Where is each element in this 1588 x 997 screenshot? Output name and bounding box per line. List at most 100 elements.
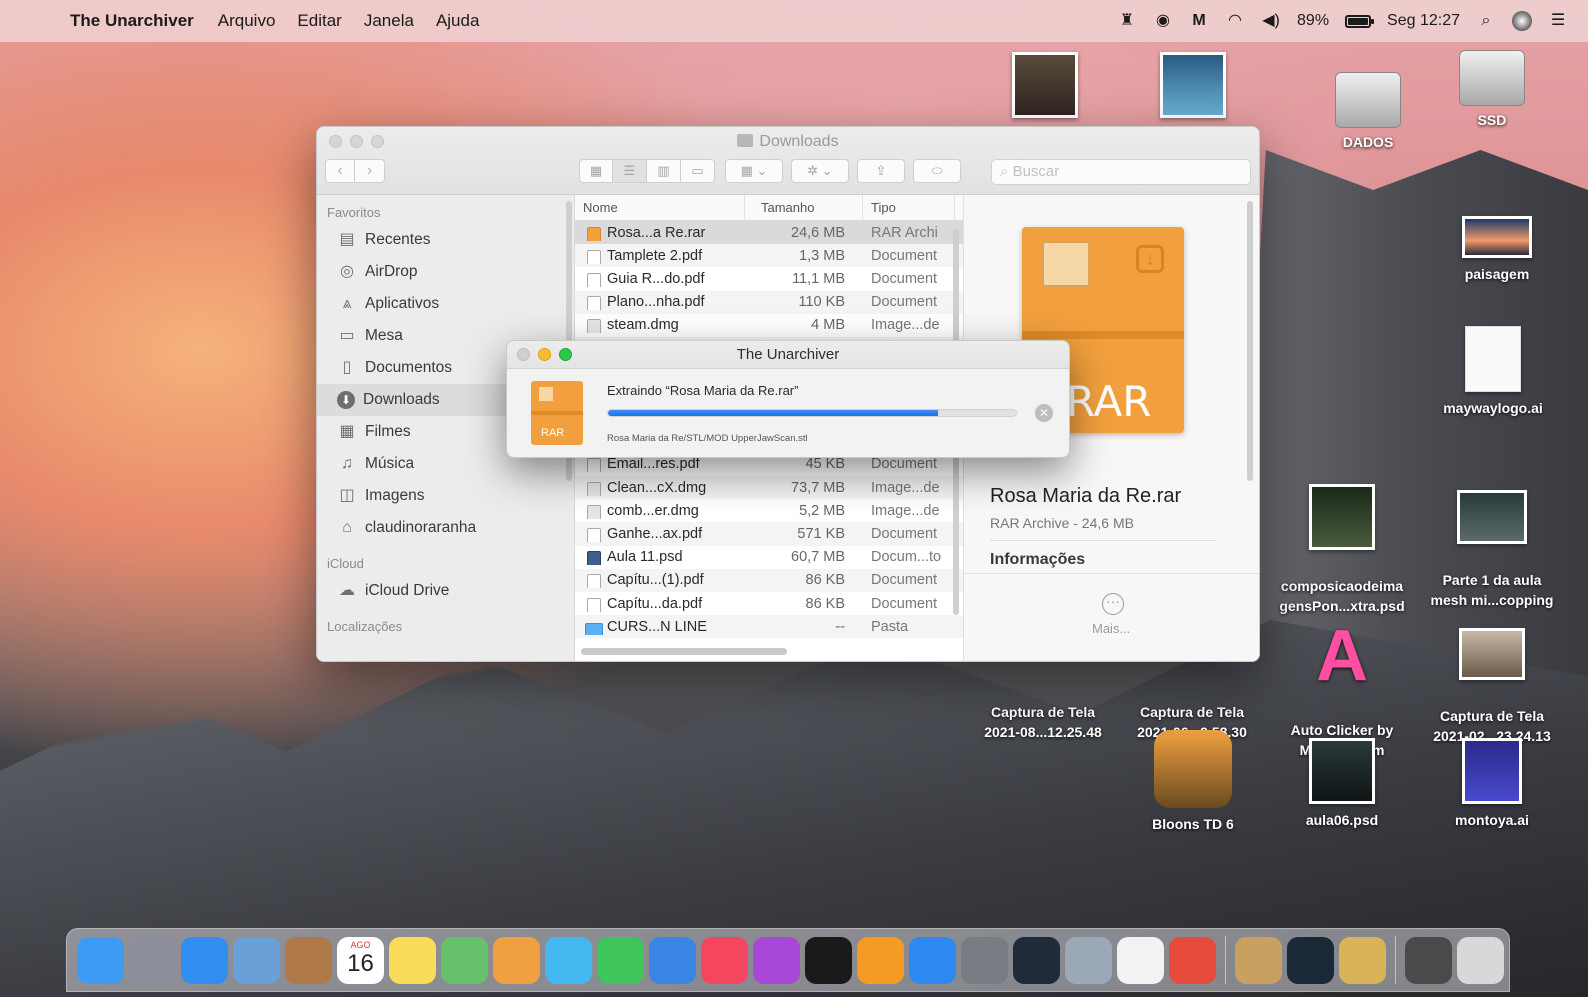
share-button[interactable]: ⇪	[857, 159, 905, 183]
column-header-name[interactable]: Nome	[575, 195, 745, 220]
messages-icon[interactable]	[545, 936, 592, 984]
status-app-icon[interactable]: ♜	[1117, 11, 1137, 31]
column-header-kind[interactable]: Tipo	[863, 195, 955, 220]
maps-icon[interactable]	[441, 936, 488, 984]
notes-icon[interactable]	[389, 936, 436, 984]
music-icon[interactable]	[701, 936, 748, 984]
list-view-button[interactable]: ☰	[613, 159, 647, 183]
desktop-item-poster[interactable]	[1158, 52, 1228, 124]
desktop-item-montoya[interactable]: montoya.ai	[1440, 738, 1544, 830]
file-row[interactable]: Guia R...do.pdf 11,1 MB Document	[575, 267, 963, 290]
calendar-icon[interactable]: AGO 16	[337, 936, 384, 984]
list-horizontal-scrollbar[interactable]	[581, 648, 787, 655]
desktop-item-paisagem[interactable]: paisagem	[1442, 216, 1552, 284]
desktop-disk-ssd[interactable]: SSD	[1442, 50, 1542, 130]
bloons-app-icon	[1154, 730, 1232, 808]
facetime-icon[interactable]	[597, 936, 644, 984]
archive-utility-icon[interactable]	[1235, 936, 1282, 984]
contacts-icon[interactable]	[285, 936, 332, 984]
file-row[interactable]: Plano...nha.pdf 110 KB Document	[575, 290, 963, 314]
gallery-view-button[interactable]: ▭	[681, 159, 715, 183]
menu-ajuda[interactable]: Ajuda	[436, 11, 479, 31]
appstore-icon[interactable]	[909, 936, 956, 984]
wifi-icon[interactable]: ◠	[1225, 11, 1245, 31]
more-icon[interactable]: ···	[1102, 593, 1124, 615]
menu-arquivo[interactable]: Arquivo	[218, 11, 276, 31]
more-button[interactable]: Mais...	[1092, 621, 1130, 636]
safari-icon[interactable]	[181, 936, 228, 984]
volume-icon[interactable]: ◀)	[1261, 11, 1281, 31]
notification-center-icon[interactable]: ☰	[1548, 11, 1568, 31]
column-header-size[interactable]: Tamanho	[745, 195, 863, 220]
finder-titlebar[interactable]: Downloads ‹ › ▦ ☰ ▥ ▭ ▦ ⌄ ✲ ⌄ ⇪ ⬭ ⌕ Busc…	[317, 127, 1259, 195]
battery-percent[interactable]: 89%	[1297, 12, 1329, 30]
desktop-item-bloons[interactable]: Bloons TD 6	[1140, 730, 1246, 834]
menu-editar[interactable]: Editar	[297, 11, 341, 31]
quicktime-icon[interactable]	[1013, 936, 1060, 984]
installer-icon[interactable]	[1339, 936, 1386, 984]
close-button[interactable]	[517, 348, 530, 361]
spotlight-search-icon[interactable]: ⌕	[1476, 11, 1496, 31]
books-icon[interactable]	[857, 936, 904, 984]
zoom-button[interactable]	[559, 348, 572, 361]
tv-icon[interactable]	[805, 936, 852, 984]
trash-icon[interactable]	[1457, 936, 1504, 984]
file-row[interactable]: Tamplete 2.pdf 1,3 MB Document	[575, 244, 963, 268]
sidebar-item-aplicativos[interactable]: ⩓ Aplicativos	[317, 288, 574, 320]
search-input[interactable]: ⌕ Buscar	[991, 159, 1251, 185]
keynote-icon[interactable]	[649, 936, 696, 984]
file-row[interactable]: Ganhe...ax.pdf 571 KB Document	[575, 522, 963, 546]
steam-icon[interactable]	[1287, 936, 1334, 984]
file-row[interactable]: Rosa...a Re.rar 24,6 MB RAR Archi	[575, 221, 963, 245]
image-capture-icon[interactable]	[1065, 936, 1112, 984]
chrome-icon[interactable]	[1169, 936, 1216, 984]
sidebar-item-recentes[interactable]: ▤ Recentes	[317, 224, 574, 256]
photos-icon[interactable]	[493, 936, 540, 984]
action-gear-button[interactable]: ✲ ⌄	[791, 159, 849, 183]
desktop-item-maywaylogo[interactable]: maywaylogo.ai	[1428, 326, 1558, 418]
podcasts-icon[interactable]	[753, 936, 800, 984]
desktop-disk-dados[interactable]: DADOS	[1318, 72, 1418, 152]
desktop-item-captura-1[interactable]: Captura de Tela 2021-08...12.25.48	[970, 682, 1116, 762]
siri-icon[interactable]	[1512, 11, 1532, 31]
sidebar-item-imagens[interactable]: ◫ Imagens	[317, 480, 574, 512]
sidebar-item-icloud-drive[interactable]: ☁ iCloud Drive	[317, 575, 574, 607]
file-row[interactable]: Capítu...(1).pdf 86 KB Document	[575, 568, 963, 592]
file-row[interactable]: Aula 11.psd 60,7 MB Docum...to	[575, 546, 963, 569]
textedit-icon[interactable]	[1117, 936, 1164, 984]
sidebar-item-claudinoraranha[interactable]: ⌂ claudinoraranha	[317, 512, 574, 544]
tag-button[interactable]: ⬭	[913, 159, 961, 183]
file-row[interactable]: comb...er.dmg 5,2 MB Image...de	[575, 499, 963, 522]
forward-button[interactable]: ›	[355, 159, 385, 183]
finder-icon[interactable]	[77, 936, 124, 984]
sidebar-item-airdrop[interactable]: ◎ AirDrop	[317, 256, 574, 288]
menu-clock[interactable]: Seg 12:27	[1387, 12, 1460, 30]
desktop-item-aula06[interactable]: aula06.psd	[1290, 738, 1394, 830]
rar-file-icon	[587, 226, 601, 241]
column-view-button[interactable]: ▥	[647, 159, 681, 183]
preview-icon[interactable]	[233, 936, 280, 984]
file-row[interactable]: CURS...N LINE -- Pasta	[575, 615, 963, 639]
preview-scrollbar[interactable]	[1247, 201, 1253, 481]
file-row[interactable]: Clean...cX.dmg 73,7 MB Image...de	[575, 476, 963, 500]
desktop-item-parte1[interactable]: Parte 1 da aula mesh mi...copping	[1420, 470, 1564, 630]
menu-janela[interactable]: Janela	[364, 11, 414, 31]
back-button[interactable]: ‹	[325, 159, 355, 183]
system-preferences-icon[interactable]	[961, 936, 1008, 984]
desktop-item-bear-photo[interactable]	[1012, 52, 1078, 124]
cancel-extraction-icon[interactable]: ✕	[1035, 404, 1053, 422]
malwarebytes-icon[interactable]: M	[1189, 11, 1209, 31]
menu-app-name[interactable]: The Unarchiver	[70, 11, 194, 31]
icon-view-button[interactable]: ▦	[579, 159, 613, 183]
battery-icon[interactable]	[1345, 14, 1375, 28]
status-drive-icon[interactable]: ◉	[1153, 11, 1173, 31]
cloud-icon: ☁	[339, 582, 355, 599]
dialog-titlebar[interactable]: The Unarchiver	[507, 341, 1069, 369]
minimize-button[interactable]	[538, 348, 551, 361]
launchpad-icon[interactable]	[129, 936, 176, 984]
finder-window-icon[interactable]	[1405, 936, 1452, 984]
file-row[interactable]: steam.dmg 4 MB Image...de	[575, 314, 963, 337]
group-by-button[interactable]: ▦ ⌄	[725, 159, 783, 183]
file-row[interactable]: Capítu...da.pdf 86 KB Document	[575, 592, 963, 615]
apple-menu-icon[interactable]	[28, 10, 50, 32]
